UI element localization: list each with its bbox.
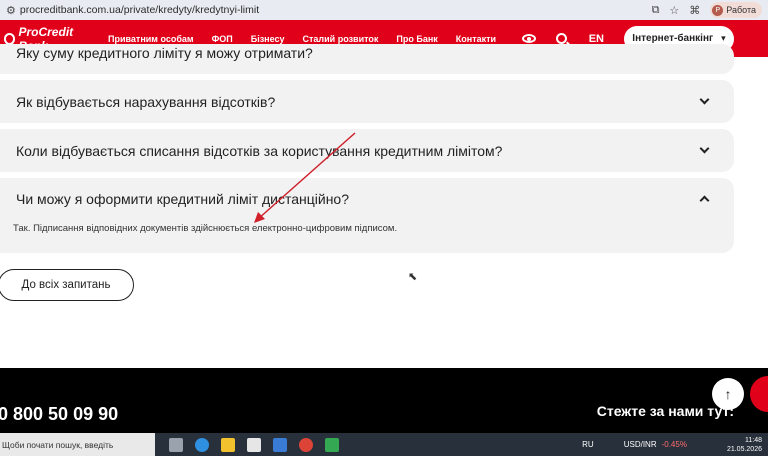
scroll-to-top-button[interactable]: ↑ [712, 378, 744, 410]
currency-ticker[interactable]: USD/INR [624, 440, 657, 449]
mouse-cursor-icon: ⬉ [408, 271, 418, 283]
windows-taskbar: Щоби почати пошук, введіть RU USD/INR -0… [0, 433, 768, 456]
taskbar-search[interactable]: Щоби почати пошук, введіть [0, 433, 155, 456]
app-icon[interactable] [325, 437, 339, 452]
input-language[interactable]: RU [582, 440, 594, 449]
footer-phone[interactable]: 0 800 50 09 90 [0, 404, 118, 425]
currency-change: -0.45% [661, 440, 687, 449]
clock[interactable]: 11:48 21.05.2026 [727, 436, 762, 454]
follow-us-label: Стежте за нами тут: [596, 403, 734, 419]
task-view-icon[interactable] [169, 437, 183, 452]
chat-button[interactable] [750, 376, 768, 412]
store-icon[interactable] [247, 437, 261, 452]
site-footer: 0 800 50 09 90 Стежте за нами тут: ↑ [0, 368, 768, 436]
chrome-icon[interactable] [299, 437, 313, 452]
edge-icon[interactable] [195, 437, 209, 452]
system-tray: RU USD/INR -0.45% 11:48 21.05.2026 [582, 433, 762, 456]
clock-date: 21.05.2026 [726, 445, 762, 453]
file-explorer-icon[interactable] [221, 437, 235, 452]
clock-time: 11:48 [745, 436, 762, 444]
mail-icon[interactable] [273, 437, 287, 452]
taskbar-search-placeholder: Щоби почати пошук, введіть [2, 439, 114, 450]
